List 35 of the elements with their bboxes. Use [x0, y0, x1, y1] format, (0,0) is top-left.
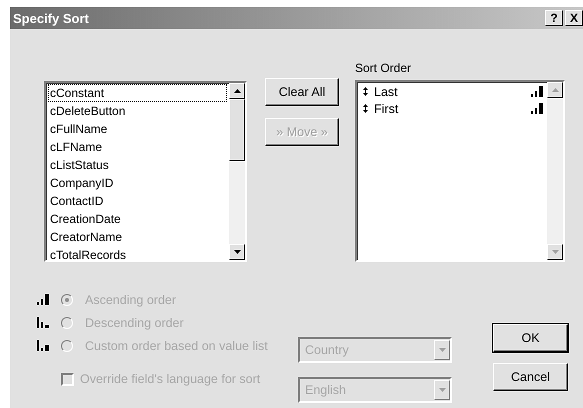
- checkbox-label: Override field's language for sort: [80, 372, 260, 386]
- bar-chart-icon: [531, 86, 543, 97]
- help-button[interactable]: ?: [545, 10, 563, 26]
- bar-chart-icon: [37, 317, 49, 328]
- radio-label: Custom order based on value list: [85, 338, 268, 352]
- radio-label: Ascending order: [85, 292, 176, 306]
- cancel-button[interactable]: Cancel: [493, 363, 568, 391]
- list-item[interactable]: cFullName: [48, 120, 227, 138]
- clear-all-button[interactable]: Clear All: [265, 78, 339, 106]
- list-item[interactable]: cListStatus: [48, 156, 227, 174]
- up-arrow-icon[interactable]: [234, 89, 240, 93]
- sort-field-name[interactable]: First: [374, 102, 525, 116]
- sort-order-label: Sort Order: [355, 62, 412, 75]
- sort-field-name[interactable]: Last: [374, 84, 525, 98]
- down-arrow-icon[interactable]: [234, 250, 240, 254]
- close-button[interactable]: X: [565, 10, 583, 26]
- ok-button[interactable]: OK: [493, 324, 568, 352]
- list-item[interactable]: CompanyID: [48, 174, 227, 192]
- up-down-arrow-icon[interactable]: [363, 104, 368, 113]
- list-item[interactable]: cConstant: [48, 84, 227, 102]
- radio-label: Descending order: [85, 316, 184, 330]
- list-item[interactable]: cLFName: [48, 138, 227, 156]
- list-item[interactable]: cDeleteButton: [48, 102, 227, 120]
- list-item[interactable]: CreatorName: [48, 228, 227, 246]
- bar-chart-icon: [531, 103, 543, 114]
- scrollbar[interactable]: [229, 83, 245, 260]
- up-down-arrow-icon[interactable]: [363, 87, 368, 96]
- list-item[interactable]: CreationDate: [48, 210, 227, 228]
- list-item[interactable]: ContactID: [48, 192, 227, 210]
- bar-chart-icon: [37, 294, 49, 305]
- window-title: Specify Sort: [13, 10, 89, 26]
- bar-chart-icon: [37, 340, 49, 351]
- field-list[interactable]: cConstant cDeleteButton cFullName cLFName cListStatus CompanyID ContactID CreationDate CreatorName cTotalRecords: [44, 81, 247, 262]
- list-item[interactable]: cTotalRecords: [48, 246, 227, 264]
- sort-order-list[interactable]: Last First: [355, 80, 565, 262]
